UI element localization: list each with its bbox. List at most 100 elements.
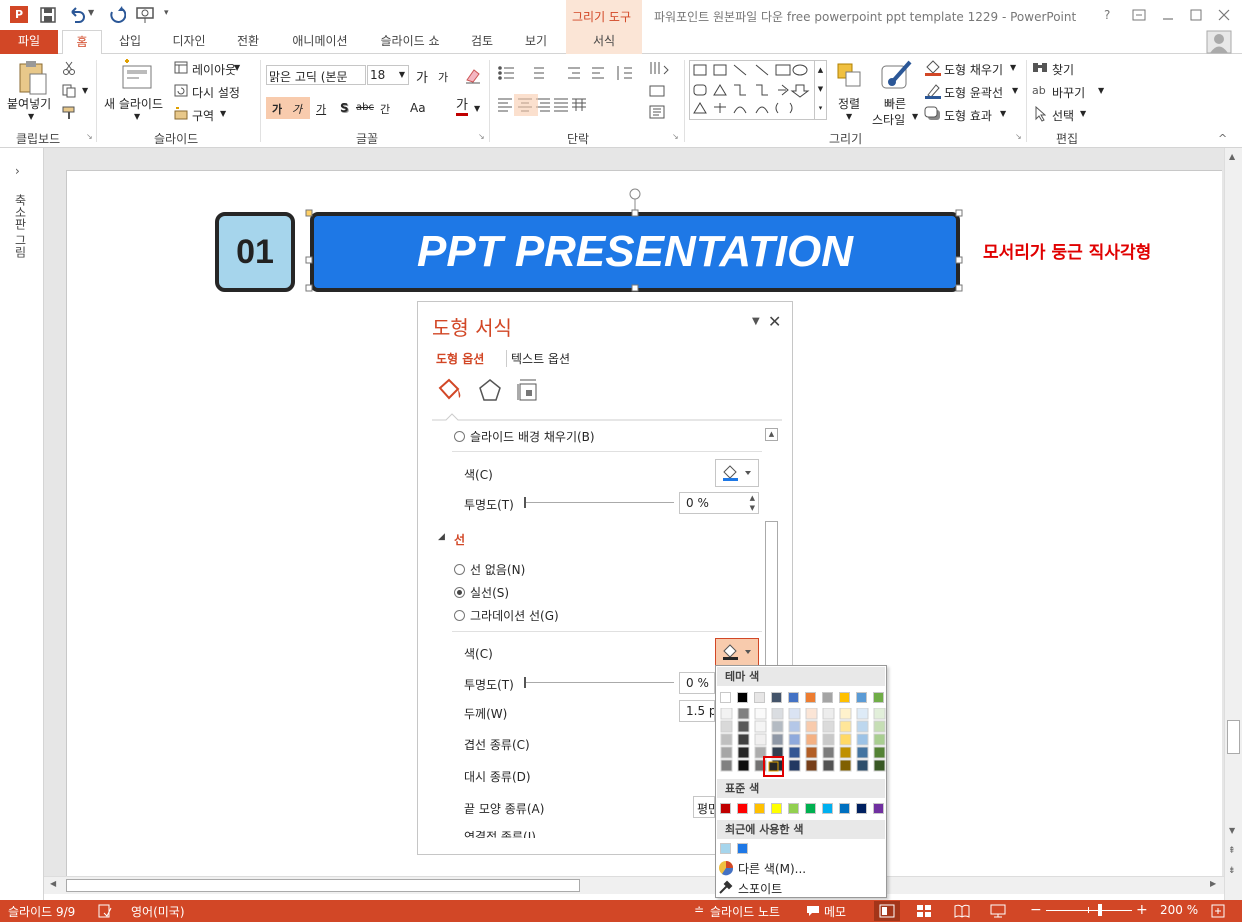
grow-font-button[interactable]: 가 [416,67,428,86]
vertical-scroll-thumb[interactable] [1227,720,1240,754]
reset-icon[interactable] [174,84,188,97]
recent-color-swatch[interactable] [720,843,731,854]
copy-icon[interactable] [62,84,76,98]
theme-shade-swatch[interactable] [805,759,818,772]
theme-color-swatch[interactable] [822,692,833,703]
zoom-level[interactable]: 200 % [1160,903,1198,917]
theme-color-swatch[interactable] [737,692,748,703]
standard-color-swatch[interactable] [771,803,782,814]
selection-handles[interactable] [301,181,971,296]
solid-line-option[interactable]: 실선(S) [454,584,509,601]
standard-color-swatch[interactable] [856,803,867,814]
theme-shade-swatch[interactable] [720,733,733,746]
arrange-button[interactable]: 정렬 [838,95,860,112]
theme-shade-swatch[interactable] [720,708,733,720]
theme-shade-swatch[interactable] [788,720,801,733]
theme-shade-swatch[interactable] [737,720,750,733]
horizontal-scroll-thumb[interactable] [66,879,580,892]
theme-shade-swatch[interactable] [720,759,733,772]
effects-icon[interactable] [478,378,502,402]
quick-styles-button-line1[interactable]: 빠른 [884,95,906,112]
replace-button[interactable]: 바꾸기 [1052,84,1085,101]
shadow-button[interactable]: S [340,101,349,115]
user-avatar[interactable] [1206,30,1232,54]
ribbon-display-icon[interactable] [1132,9,1146,21]
theme-shade-swatch[interactable] [737,733,750,746]
theme-color-swatch[interactable] [839,692,850,703]
theme-shade-swatch[interactable] [720,746,733,759]
theme-shade-swatch[interactable] [856,746,869,759]
paragraph-launcher-icon[interactable]: ↘ [672,132,679,141]
text-direction-icon[interactable] [648,60,678,124]
standard-color-swatch[interactable] [839,803,850,814]
font-launcher-icon[interactable]: ↘ [478,132,485,141]
theme-shade-swatch[interactable] [788,733,801,746]
redo-icon[interactable] [108,6,126,24]
tab-animations[interactable]: 애니메이션 [280,30,360,54]
pane-options-icon[interactable]: ▼ [752,316,760,327]
shapes-gallery[interactable]: ▲ ▼ ▾ [689,60,827,120]
standard-color-swatch[interactable] [873,803,884,814]
theme-shade-swatch[interactable] [822,746,835,759]
zoom-out-icon[interactable]: − [1030,902,1042,918]
shrink-font-button[interactable]: 가 [438,69,448,85]
theme-shade-swatch[interactable] [822,733,835,746]
theme-shade-swatch[interactable] [856,708,869,720]
pane-close-icon[interactable]: ✕ [768,312,781,331]
vertical-scrollbar[interactable]: ▲ ▼ ⇞ ⇟ [1224,148,1242,900]
shape-effects-icon[interactable] [924,106,942,122]
theme-shade-swatch[interactable] [856,733,869,746]
zoom-in-icon[interactable]: + [1136,902,1148,918]
tab-file[interactable]: 파일 [0,30,58,54]
tab-review[interactable]: 검토 [460,30,504,54]
line-width-spinner[interactable]: 1.5 pt [679,700,715,722]
font-name-combo[interactable]: 맑은 고딕 (본문 [266,65,366,85]
thumbnails-label[interactable]: 축소판 그림 [12,194,29,258]
theme-shade-swatch[interactable] [822,720,835,733]
standard-color-swatch[interactable] [737,803,748,814]
minimize-icon[interactable] [1162,9,1174,21]
theme-shade-swatch[interactable] [873,746,886,759]
theme-shade-swatch[interactable] [822,708,835,720]
theme-shade-swatch[interactable] [856,720,869,733]
fit-slide-icon[interactable] [1210,903,1226,919]
slide-background-fill-option[interactable]: 슬라이드 배경 채우기(B) [454,428,595,445]
theme-color-swatch[interactable] [856,692,867,703]
slide-number-box[interactable]: 01 [215,212,295,292]
clipboard-launcher-icon[interactable]: ↘ [86,132,93,141]
tab-insert[interactable]: 삽입 [108,30,152,54]
reset-button[interactable]: 다시 설정 [192,84,240,101]
slideshow-start-icon[interactable] [136,6,156,24]
find-icon[interactable] [1032,60,1048,76]
theme-shade-swatch[interactable] [788,759,801,772]
normal-view-button[interactable] [874,901,900,921]
customize-qat-icon[interactable]: ▾ [164,8,169,18]
paste-dropdown-icon[interactable]: ▼ [28,112,34,121]
align-center-button[interactable] [514,94,538,116]
theme-shade-swatch[interactable] [737,759,750,772]
next-slide-icon[interactable]: ⇟ [1228,866,1236,876]
close-icon[interactable] [1218,9,1230,21]
clear-formatting-icon[interactable] [464,66,482,84]
theme-color-swatch[interactable] [754,692,765,703]
new-slide-button[interactable]: 새 슬라이드 [104,95,163,112]
eyedropper-option[interactable]: 스포이트 [738,880,782,897]
paste-icon[interactable] [14,60,50,96]
theme-shade-swatch[interactable] [873,708,886,720]
tab-home[interactable]: 홈 [62,30,102,55]
selected-color-swatch[interactable] [768,761,779,772]
collapse-ribbon-icon[interactable]: ^ [1218,132,1227,145]
expand-thumbnails-icon[interactable]: › [15,164,20,178]
shape-outline-button[interactable]: 도형 윤곽선 [944,84,1003,101]
comments-button[interactable]: 메모 [824,903,846,920]
line-section-collapse-icon[interactable]: ◢ [438,532,445,542]
theme-shade-swatch[interactable] [873,733,886,746]
tab-transitions[interactable]: 전환 [226,30,270,54]
theme-shade-swatch[interactable] [873,759,886,772]
theme-shade-swatch[interactable] [737,746,750,759]
layout-icon[interactable] [174,61,188,74]
line-transparency-spinner[interactable]: 0 % [679,672,715,694]
theme-shade-swatch[interactable] [754,708,767,720]
theme-shade-swatch[interactable] [822,759,835,772]
theme-shade-swatch[interactable] [737,708,750,720]
